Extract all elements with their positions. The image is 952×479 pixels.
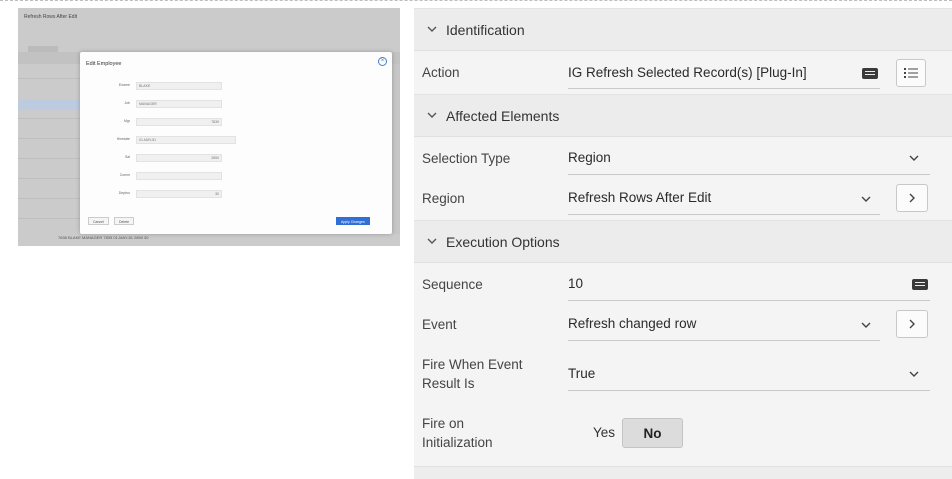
action-label: Action	[422, 65, 460, 80]
property-editor: Identification Action IG Refresh Selecte…	[414, 8, 952, 479]
fire-when-label-line2: Result Is	[422, 376, 475, 391]
list-button[interactable]	[896, 59, 926, 87]
apply-changes-button[interactable]: Apply Changes	[336, 217, 370, 225]
chevron-down-icon[interactable]	[860, 193, 872, 205]
event-line	[568, 340, 880, 341]
section-execution-options[interactable]: Execution Options	[414, 220, 952, 263]
mgr-field[interactable]: 7839	[136, 118, 222, 126]
ename-field[interactable]: BLAKE	[136, 82, 222, 90]
fire-when-label-line1: Fire When Event	[422, 357, 523, 372]
dialog-field-row: Job MANAGER	[80, 100, 392, 108]
sequence-field[interactable]: 10	[568, 276, 583, 291]
region-line	[568, 214, 880, 215]
fire-on-init-no-option[interactable]: No	[622, 418, 683, 448]
dialog-field-row: Deptno 30	[80, 190, 392, 198]
chevron-down-icon	[427, 112, 437, 118]
chevron-down-icon	[427, 26, 437, 32]
deptno-field[interactable]: 30	[136, 190, 222, 198]
chevron-down-icon[interactable]	[908, 368, 920, 380]
close-icon[interactable]: ×	[378, 57, 387, 66]
fire-on-init-label-line1: Fire on	[422, 416, 465, 431]
field-label: Comm	[119, 173, 130, 177]
field-label: Hiredate	[116, 137, 130, 141]
chevron-down-icon	[427, 238, 437, 244]
section-identification[interactable]: Identification	[414, 8, 952, 51]
event-label: Event	[422, 317, 457, 332]
selection-type-select[interactable]: Region	[568, 150, 611, 165]
dialog-field-row: Sal 2850	[80, 154, 392, 162]
section-title: Execution Options	[446, 234, 560, 250]
field-label: Mgr	[123, 119, 130, 123]
dialog-field-row: Hiredate 01-MAY-81	[80, 136, 392, 144]
go-to-region-button[interactable]	[896, 184, 928, 212]
thumbnail-footer-row: 7698 BLAKE MANAGER 7839 01-MAY-81 2850 3…	[58, 235, 149, 240]
comm-field[interactable]	[136, 172, 222, 180]
field-label: Deptno	[118, 191, 130, 195]
section-title: Affected Elements	[446, 108, 560, 124]
action-value[interactable]: IG Refresh Selected Record(s) [Plug-In]	[568, 65, 807, 80]
fire-on-init-yes-option[interactable]: Yes	[582, 418, 626, 448]
fire-when-line	[568, 390, 930, 391]
event-select[interactable]: Refresh changed row	[568, 316, 696, 331]
dialog-field-row: Ename BLAKE	[80, 82, 392, 90]
region-select[interactable]: Refresh Rows After Edit	[568, 190, 711, 205]
cancel-button[interactable]: Cancel	[88, 217, 109, 225]
selection-type-label: Selection Type	[422, 151, 511, 166]
dialog-title: Edit Employee	[86, 61, 122, 67]
selection-type-line	[568, 174, 930, 175]
edit-employee-dialog: Edit Employee × Ename BLAKE Job MANAGER …	[80, 52, 392, 234]
chevron-down-icon[interactable]	[908, 152, 920, 164]
chevron-right-icon	[909, 193, 915, 203]
dialog-field-row: Comm	[80, 172, 392, 180]
sequence-label: Sequence	[422, 277, 483, 292]
field-label: Job	[124, 101, 130, 105]
quick-pick-badge-icon[interactable]	[862, 68, 878, 79]
chevron-down-icon[interactable]	[860, 319, 872, 331]
hiredate-field[interactable]: 01-MAY-81	[136, 136, 236, 144]
fire-when-select[interactable]: True	[568, 366, 595, 381]
sequence-line	[568, 300, 930, 301]
chevron-right-icon	[909, 319, 915, 329]
screenshot-thumbnail: Refresh Rows After Edit 7698 BLAKE MANAG…	[18, 8, 400, 246]
section-title: Identification	[446, 22, 525, 38]
delete-button[interactable]: Delete	[114, 217, 135, 225]
section-affected-elements[interactable]: Affected Elements	[414, 94, 952, 137]
job-field[interactable]: MANAGER	[136, 100, 222, 108]
quick-pick-badge-icon[interactable]	[912, 279, 928, 290]
dialog-field-row: Mgr 7839	[80, 118, 392, 126]
field-label: Sal	[124, 155, 130, 159]
go-to-event-button[interactable]	[896, 310, 928, 338]
region-label: Region	[422, 191, 465, 206]
field-label: Ename	[118, 83, 130, 87]
thumbnail-title: Refresh Rows After Edit	[24, 14, 78, 20]
sal-field[interactable]: 2850	[136, 154, 222, 162]
list-icon	[904, 68, 918, 78]
panel-footer	[414, 466, 952, 479]
action-field-line	[568, 88, 880, 89]
top-divider	[0, 0, 952, 1]
fire-on-init-label-line2: Initialization	[422, 435, 493, 450]
